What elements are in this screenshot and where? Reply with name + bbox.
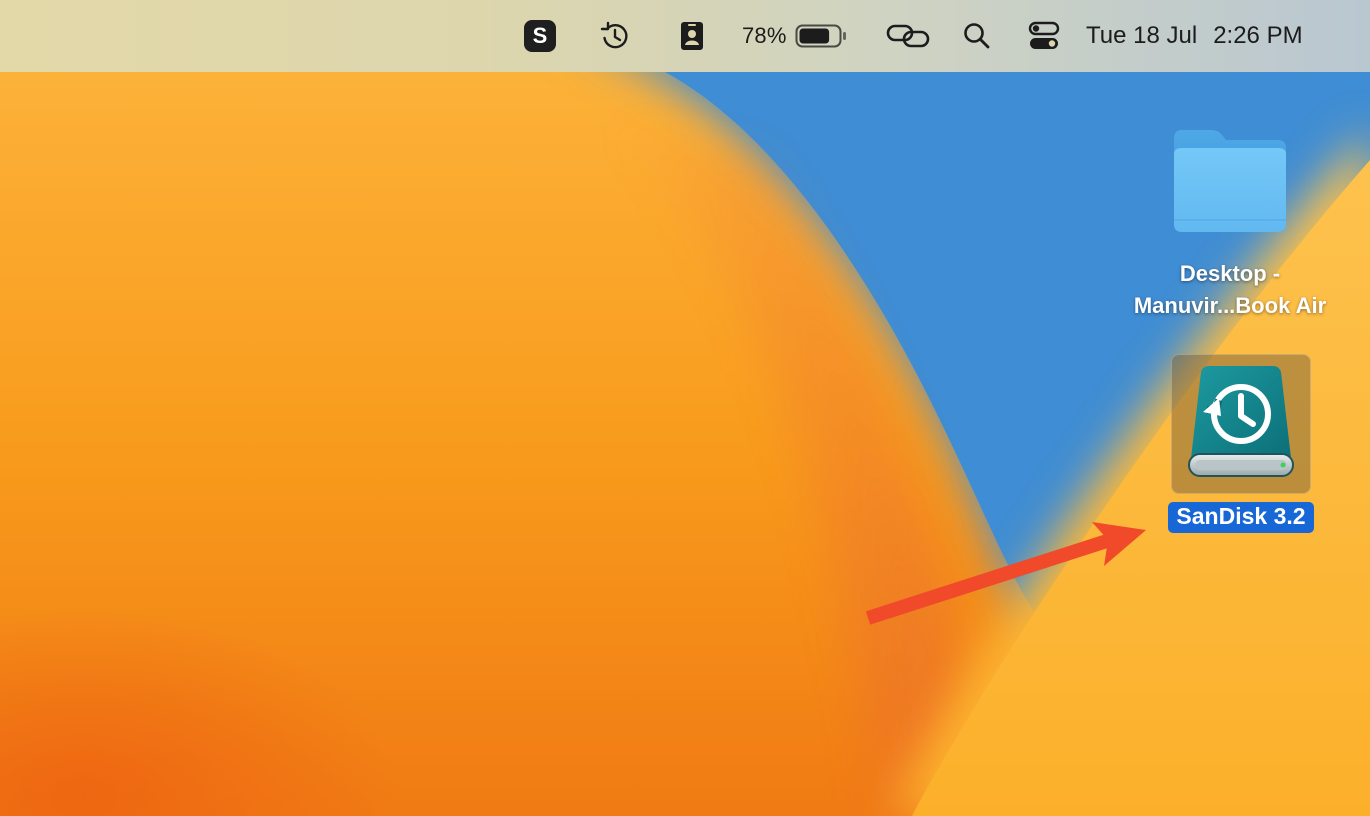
- drive-label: SanDisk 3.2: [1168, 502, 1314, 533]
- desktop-drive-item[interactable]: SanDisk 3.2: [1150, 354, 1332, 533]
- search-icon: [964, 23, 990, 49]
- contact-card-icon: [681, 22, 703, 50]
- s-app-menu-extra[interactable]: S: [522, 0, 558, 72]
- menu-bar: S 78% Tue 18 Jul 2:26 PM: [0, 0, 1370, 72]
- time-machine-drive-icon: [1188, 366, 1294, 477]
- time-machine-menu-extra[interactable]: [596, 0, 634, 72]
- link-menu-extra[interactable]: [884, 0, 932, 72]
- battery-menu-extra[interactable]: 78%: [742, 0, 858, 72]
- contact-menu-extra[interactable]: [674, 0, 710, 72]
- folder-label-line1: Desktop -: [1179, 261, 1281, 286]
- arrow-icon: [865, 522, 1146, 625]
- folder-label-line2: Manuvir...Book Air: [1133, 293, 1327, 318]
- clock-time: 2:26 PM: [1213, 22, 1303, 49]
- battery-percentage: 78%: [742, 23, 787, 48]
- menu-bar-clock[interactable]: Tue 18 Jul 2:26 PM: [1086, 0, 1346, 72]
- control-center-menu-extra[interactable]: [1024, 0, 1064, 72]
- desktop[interactable]: S 78% Tue 18 Jul 2:26 PM Desktop - Manuv…: [0, 0, 1370, 816]
- control-center-icon: [1028, 21, 1060, 49]
- desktop-folder-item[interactable]: Desktop - Manuvir...Book Air: [1110, 124, 1350, 322]
- s-app-icon: S: [524, 20, 556, 52]
- battery-icon: [795, 24, 846, 48]
- link-icon: [886, 24, 930, 48]
- spotlight-menu-extra[interactable]: [958, 0, 996, 72]
- folder-label: Desktop - Manuvir...Book Air: [1134, 258, 1326, 322]
- time-machine-icon: [600, 21, 628, 49]
- folder-icon: [1174, 130, 1286, 232]
- clock-date: Tue 18 Jul: [1086, 22, 1198, 49]
- drive-selection-highlight[interactable]: [1171, 354, 1311, 494]
